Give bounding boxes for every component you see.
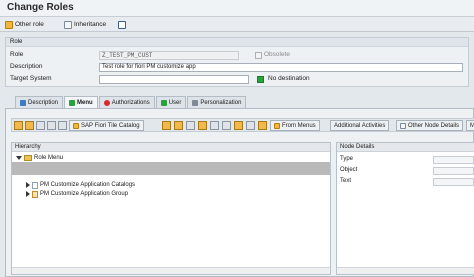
from-menus-icon <box>274 122 280 129</box>
additional-activities-button[interactable]: Additional Activities <box>330 120 390 131</box>
text-field <box>433 178 474 186</box>
collapse-all-icon[interactable] <box>246 121 255 130</box>
user-tab-icon <box>160 99 167 106</box>
group-document-icon <box>32 190 38 198</box>
tab-strip: Description Menu Authorizations User Per… <box>15 96 247 108</box>
from-menus-label: From Menus <box>282 122 316 129</box>
info-icon <box>118 20 126 29</box>
obsolete-label: Obsolete <box>264 51 291 58</box>
target-system-field[interactable] <box>99 75 249 84</box>
object-field <box>433 167 474 175</box>
menu-tab-icon <box>69 99 76 106</box>
menu-toolbar: SAP Fiori Tile Catalog From Menus Additi… <box>11 118 474 132</box>
horizontal-scrollbar[interactable] <box>12 267 330 274</box>
tree-root-role-menu[interactable]: Role Menu <box>16 154 63 162</box>
role-panel: Role Role Z_TEST_PM_CUST Obsolete Descri… <box>5 37 469 87</box>
tab-authorizations-label: Authorizations <box>111 99 150 106</box>
more-button[interactable]: Me <box>466 120 474 131</box>
description-tab-icon <box>20 99 26 106</box>
inheritance-button[interactable]: Inheritance <box>64 19 106 30</box>
tab-personalization[interactable]: Personalization <box>187 96 247 108</box>
selected-row-highlight <box>12 162 330 175</box>
print-icon[interactable] <box>222 121 231 130</box>
transaction-icon[interactable] <box>162 121 171 130</box>
other-node-details-button[interactable]: Other Node Details <box>396 120 464 131</box>
target-system-label: Target System <box>10 75 52 82</box>
additional-activities-label: Additional Activities <box>334 122 386 129</box>
node-details-scrollbar[interactable] <box>337 267 474 274</box>
report-icon[interactable] <box>174 121 183 130</box>
status-green-icon <box>257 76 264 83</box>
description-field[interactable]: Test role for fiori PM customize app <box>99 63 463 72</box>
role-label: Role <box>10 51 24 58</box>
other-role-button[interactable]: Other role <box>5 19 44 30</box>
expanded-arrow-icon[interactable] <box>16 156 22 160</box>
tab-user-label: User <box>168 99 182 106</box>
info-button[interactable] <box>118 19 126 30</box>
from-menus-button[interactable]: From Menus <box>270 120 320 131</box>
inheritance-icon <box>64 20 72 29</box>
obsolete-checkbox[interactable] <box>255 52 262 59</box>
inheritance-label: Inheritance <box>74 21 107 28</box>
type-label: Type <box>340 156 354 162</box>
tab-menu[interactable]: Menu <box>64 96 98 108</box>
node-details-header: Node Details <box>337 143 474 152</box>
application-toolbar: Other role Inheritance <box>0 17 474 32</box>
tab-description-label: Description <box>28 99 59 106</box>
fiori-catalog-label: SAP Fiori Tile Catalog <box>81 122 140 129</box>
web-address-icon[interactable] <box>186 121 195 130</box>
collapsed-arrow-icon[interactable] <box>26 191 30 197</box>
tab-authorizations[interactable]: Authorizations <box>98 96 155 108</box>
object-label: Object <box>340 167 358 173</box>
folder-icon <box>24 155 32 161</box>
title-bar: Change Roles <box>0 0 474 17</box>
node-details-icon <box>400 122 406 129</box>
expand-dropdown-icon[interactable] <box>47 121 56 130</box>
tab-menu-label: Menu <box>77 99 93 106</box>
other-node-details-label: Other Node Details <box>408 122 460 129</box>
other-role-label: Other role <box>15 21 44 28</box>
other-role-icon <box>5 20 13 29</box>
sap-fiori-tile-catalog-button[interactable]: SAP Fiori Tile Catalog <box>69 120 144 131</box>
destination-status: No destination <box>268 75 310 82</box>
insert-folder-icon[interactable] <box>14 121 23 130</box>
text-label: Text <box>340 178 352 184</box>
insert-node-icon[interactable] <box>25 121 34 130</box>
move-up-icon[interactable] <box>58 121 67 130</box>
delete-node-icon[interactable] <box>36 121 45 130</box>
catalog-document-icon <box>32 181 38 189</box>
hierarchy-header: Hierarchy <box>12 143 330 152</box>
menu-tab-content: SAP Fiori Tile Catalog From Menus Additi… <box>5 108 474 277</box>
expand-all-icon[interactable] <box>234 121 243 130</box>
description-label: Description <box>10 63 43 70</box>
catalogs-label: PM Customize Application Catalogs <box>40 182 136 188</box>
tree-item-catalogs[interactable]: PM Customize Application Catalogs <box>26 181 135 189</box>
tab-personalization-label: Personalization <box>200 99 242 106</box>
catalog-icon <box>73 122 79 129</box>
hierarchy-tree: Hierarchy Role Menu PM Customize Applica… <box>11 142 331 275</box>
group-label: PM Customize Application Group <box>40 191 129 197</box>
authorizations-tab-icon <box>103 99 110 106</box>
role-field: Z_TEST_PM_CUST <box>99 51 239 60</box>
personalization-tab-icon <box>192 99 199 106</box>
node-details-panel: Node Details Type Object Text <box>336 142 474 275</box>
tab-description[interactable]: Description <box>15 96 64 108</box>
collapsed-arrow-icon[interactable] <box>26 182 30 188</box>
role-section-header: Role <box>6 38 468 47</box>
copy-menus-icon[interactable] <box>198 121 207 130</box>
find-icon[interactable] <box>210 121 219 130</box>
page-title: Change Roles <box>7 2 74 13</box>
role-menu-label: Role Menu <box>34 155 64 161</box>
type-field <box>433 156 474 164</box>
tab-user[interactable]: User <box>155 96 187 108</box>
more-label: Me <box>470 123 474 129</box>
tree-item-group[interactable]: PM Customize Application Group <box>26 190 128 198</box>
documentation-icon[interactable] <box>258 121 267 130</box>
